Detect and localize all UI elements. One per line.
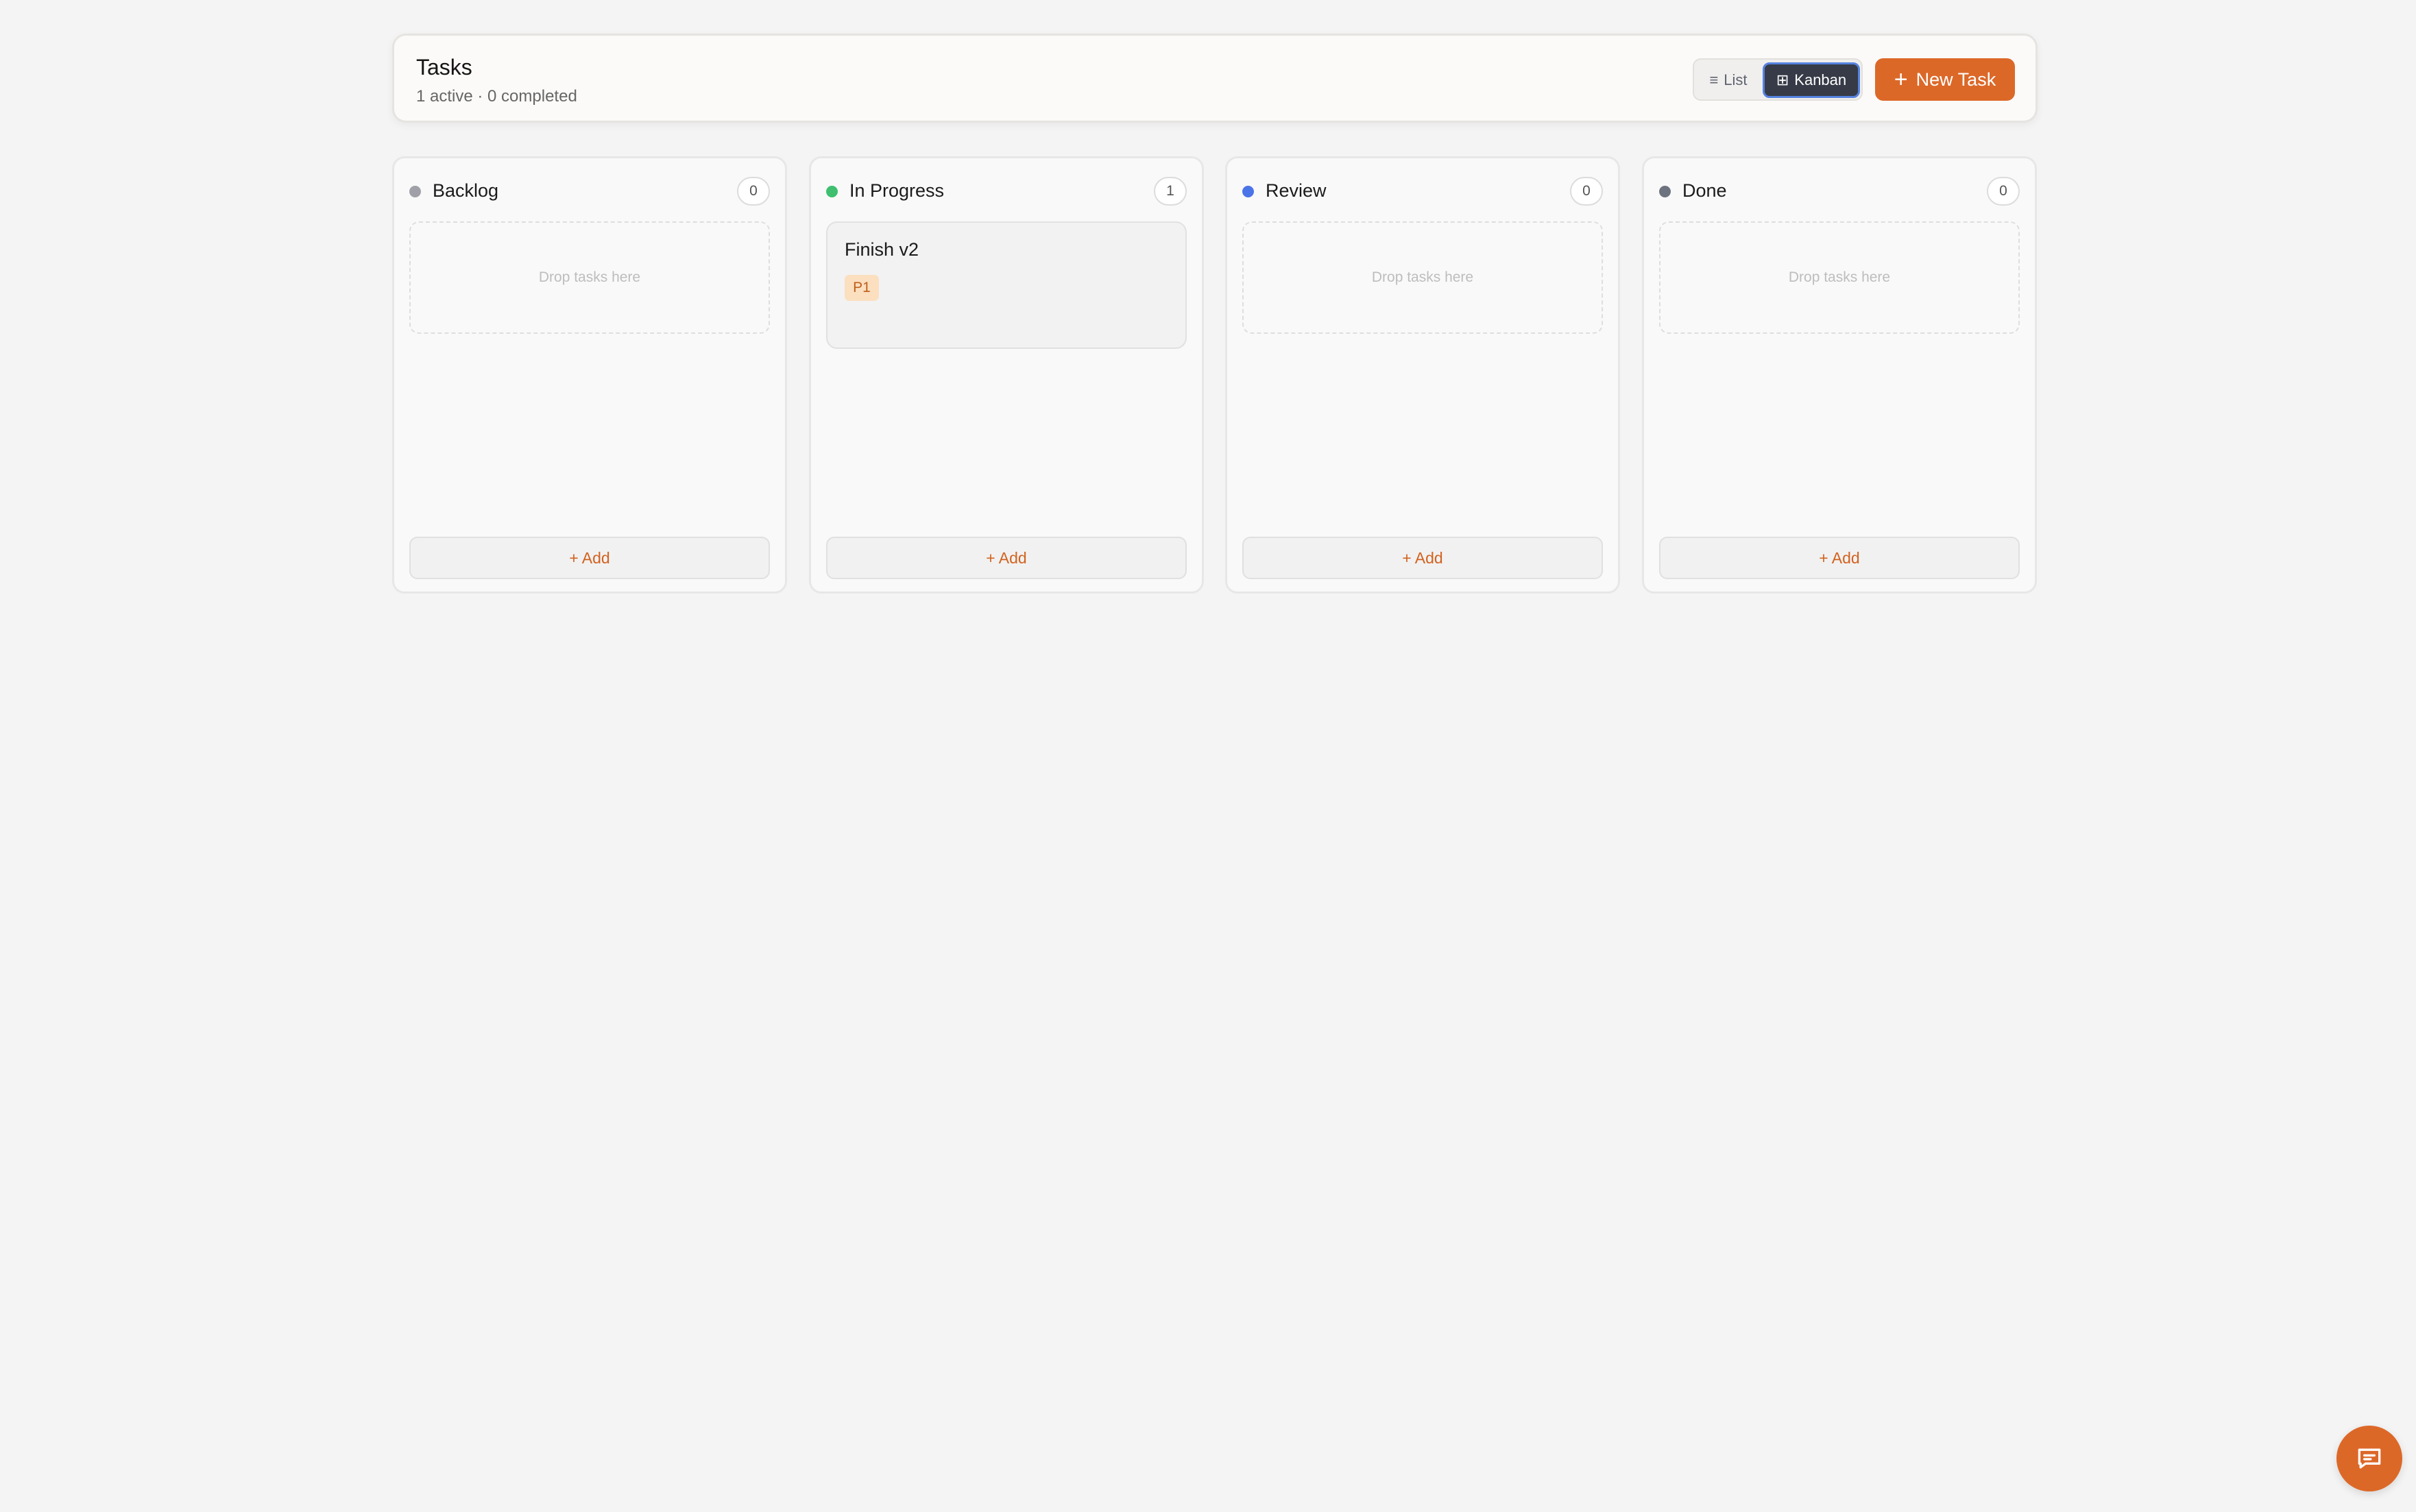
- drop-zone[interactable]: Drop tasks here: [409, 221, 770, 334]
- column-done: Done 0 Drop tasks here + Add: [1642, 156, 2037, 594]
- column-in-progress: In Progress 1 Finish v2 P1 + Add: [809, 156, 1204, 594]
- drop-zone[interactable]: Drop tasks here: [1242, 221, 1603, 334]
- kanban-view-button[interactable]: ⊞ Kanban: [1763, 62, 1860, 98]
- column-review: Review 0 Drop tasks here + Add: [1225, 156, 1620, 594]
- kanban-icon: ⊞: [1776, 71, 1789, 88]
- add-task-button-done[interactable]: + Add: [1659, 537, 2020, 579]
- drop-zone[interactable]: Drop tasks here: [1659, 221, 2020, 334]
- task-summary: 1 active · 0 completed: [416, 87, 577, 106]
- chat-button[interactable]: [2336, 1426, 2402, 1491]
- list-view-label: List: [1724, 71, 1748, 88]
- status-dot-icon: [409, 186, 421, 197]
- kanban-view-label: Kanban: [1794, 71, 1847, 88]
- tasks-page: Tasks 1 active · 0 completed ≡ List ⊞ Ka…: [0, 0, 2416, 1512]
- view-toggle: ≡ List ⊞ Kanban: [1693, 58, 1863, 101]
- status-dot-icon: [1242, 186, 1254, 197]
- add-task-button-review[interactable]: + Add: [1242, 537, 1603, 579]
- task-title: Finish v2: [845, 239, 919, 260]
- chat-icon: [2358, 1448, 2381, 1469]
- list-view-button[interactable]: ≡ List: [1697, 62, 1760, 98]
- priority-badge: P1: [845, 275, 879, 301]
- column-count-badge: 0: [1570, 177, 1603, 206]
- column-title: Done: [1682, 180, 1727, 201]
- add-task-button-backlog[interactable]: + Add: [409, 537, 770, 579]
- column-title: Review: [1266, 180, 1327, 201]
- status-dot-icon: [826, 186, 838, 197]
- add-task-button-in-progress[interactable]: + Add: [826, 537, 1187, 579]
- tasks-header: Tasks 1 active · 0 completed ≡ List ⊞ Ka…: [392, 34, 2038, 123]
- list-icon: ≡: [1709, 71, 1719, 88]
- column-count-badge: 0: [1987, 177, 2020, 206]
- page-title: Tasks: [416, 55, 472, 80]
- column-count-badge: 1: [1154, 177, 1187, 206]
- plus-icon: +: [1894, 66, 1908, 93]
- column-count-badge: 0: [737, 177, 770, 206]
- column-title: Backlog: [433, 180, 499, 201]
- new-task-button[interactable]: + New Task: [1875, 58, 2015, 101]
- column-title: In Progress: [849, 180, 945, 201]
- status-dot-icon: [1659, 186, 1671, 197]
- new-task-label: New Task: [1916, 69, 1996, 90]
- task-card[interactable]: Finish v2 P1: [826, 221, 1187, 349]
- column-backlog: Backlog 0 Drop tasks here + Add: [392, 156, 787, 594]
